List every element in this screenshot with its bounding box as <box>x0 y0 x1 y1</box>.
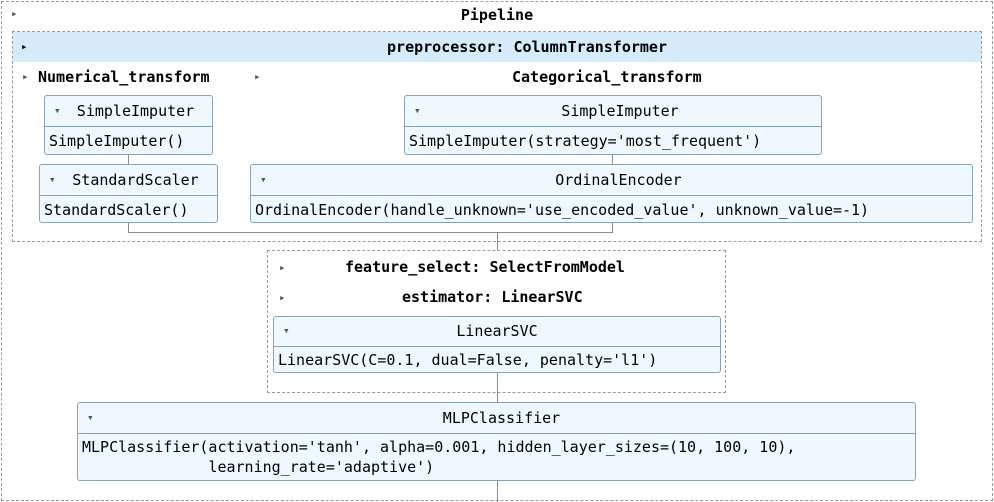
connector <box>497 232 498 250</box>
numerical-standardscaler-title[interactable]: StandardScaler <box>54 171 217 189</box>
connector <box>128 155 129 164</box>
numerical-simpleimputer-params: SimpleImputer() <box>49 132 185 150</box>
linearsvc-box[interactable]: ▾ LinearSVC LinearSVC(C=0.1, dual=False,… <box>273 316 721 373</box>
mlpclassifier-params-line2: learning_rate='adaptive') <box>82 458 435 476</box>
mlpclassifier-box[interactable]: ▾ MLPClassifier MLPClassifier(activation… <box>77 402 916 481</box>
categorical-transform-label[interactable]: Categorical_transform <box>512 68 702 86</box>
connector <box>497 373 498 402</box>
connector <box>612 223 613 232</box>
numerical-simpleimputer-box[interactable]: ▾ SimpleImputer SimpleImputer() <box>44 95 213 155</box>
preprocessor-label[interactable]: preprocessor: ColumnTransformer <box>73 38 981 56</box>
connector <box>128 223 129 232</box>
divider <box>405 126 821 127</box>
categorical-simpleimputer-box[interactable]: ▾ SimpleImputer SimpleImputer(strategy='… <box>404 95 822 155</box>
estimator-label[interactable]: estimator: LinearSVC <box>402 288 583 306</box>
categorical-simpleimputer-title[interactable]: SimpleImputer <box>419 102 821 120</box>
numerical-standardscaler-params: StandardScaler() <box>44 201 189 219</box>
numerical-simpleimputer-title[interactable]: SimpleImputer <box>59 102 212 120</box>
divider <box>251 195 972 196</box>
feature-select-toggle-icon[interactable]: ▸ <box>279 261 286 275</box>
preprocessor-toggle-icon[interactable]: ▸ <box>21 40 28 54</box>
preprocessor-header[interactable]: ▸ preprocessor: ColumnTransformer <box>13 32 981 62</box>
mlpclassifier-params-line1: MLPClassifier(activation='tanh', alpha=0… <box>82 438 796 456</box>
divider <box>40 195 217 196</box>
categorical-toggle-icon[interactable]: ▸ <box>254 70 261 84</box>
connector <box>497 481 498 502</box>
numerical-toggle-icon[interactable]: ▸ <box>22 70 29 84</box>
categorical-ordinalencoder-title[interactable]: OrdinalEncoder <box>265 171 972 189</box>
categorical-ordinalencoder-params: OrdinalEncoder(handle_unknown='use_encod… <box>255 201 870 219</box>
divider <box>78 433 915 434</box>
categorical-ordinalencoder-box[interactable]: ▾ OrdinalEncoder OrdinalEncoder(handle_u… <box>250 164 973 223</box>
connector <box>612 155 613 164</box>
estimator-toggle-icon[interactable]: ▸ <box>279 291 286 305</box>
connector <box>128 232 613 233</box>
numerical-transform-label[interactable]: Numerical_transform <box>38 68 210 86</box>
numerical-standardscaler-box[interactable]: ▾ StandardScaler StandardScaler() <box>39 164 218 223</box>
divider <box>45 126 212 127</box>
linearsvc-title[interactable]: LinearSVC <box>274 322 720 340</box>
linearsvc-params: LinearSVC(C=0.1, dual=False, penalty='l1… <box>278 351 658 369</box>
mlpclassifier-title[interactable]: MLPClassifier <box>88 409 915 427</box>
categorical-simpleimputer-params: SimpleImputer(strategy='most_frequent') <box>409 132 762 150</box>
pipeline-label[interactable]: Pipeline <box>0 6 994 24</box>
feature-select-label[interactable]: feature_select: SelectFromModel <box>345 258 625 276</box>
divider <box>274 346 720 347</box>
